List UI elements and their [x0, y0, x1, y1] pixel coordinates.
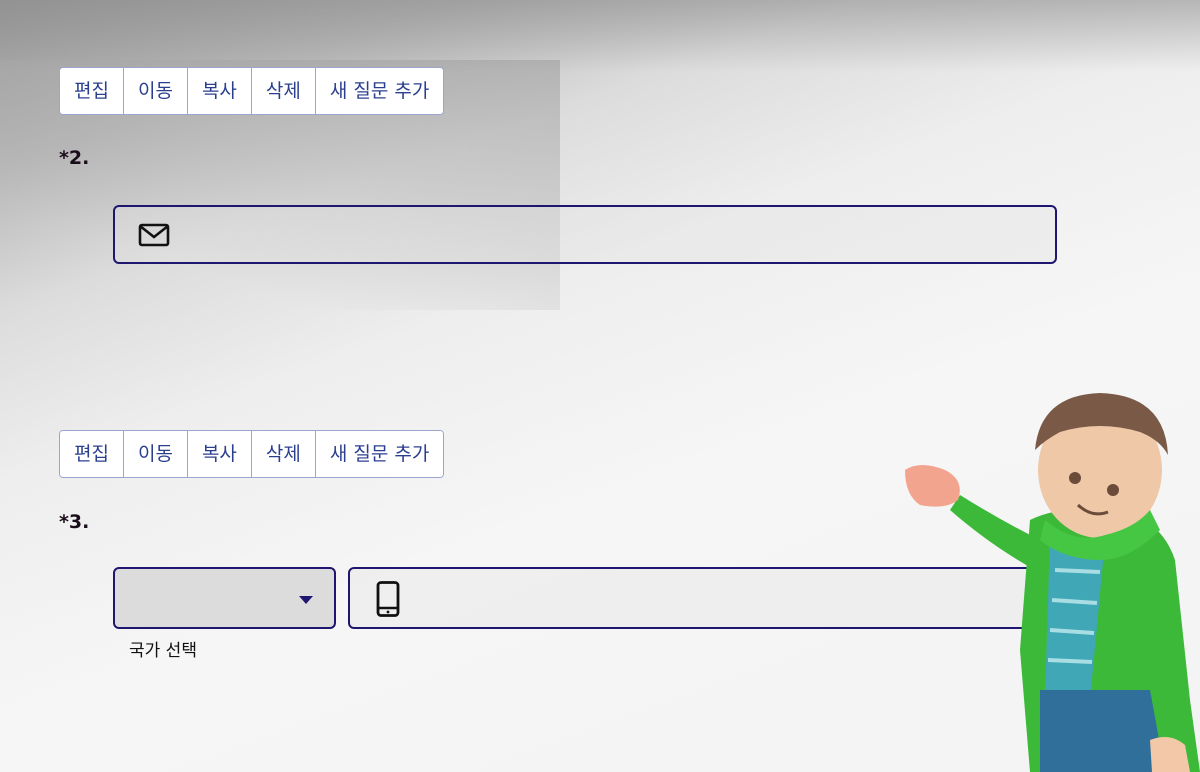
country-select[interactable] [113, 567, 336, 629]
question-number: *3. [59, 511, 90, 533]
question-number: *2. [59, 147, 90, 169]
question-toolbar: 편집 이동 복사 삭제 새 질문 추가 [59, 67, 445, 115]
edit-button[interactable]: 편집 [60, 431, 124, 477]
copy-button[interactable]: 복사 [187, 431, 252, 477]
copy-button[interactable]: 복사 [187, 68, 252, 114]
email-field[interactable] [113, 205, 1057, 264]
country-select-label: 국가 선택 [129, 641, 197, 661]
chevron-down-icon [299, 596, 313, 604]
delete-button[interactable]: 삭제 [251, 431, 316, 477]
delete-button[interactable]: 삭제 [251, 68, 316, 114]
move-button[interactable]: 이동 [123, 431, 188, 477]
phone-field[interactable] [348, 567, 1057, 629]
add-question-button[interactable]: 새 질문 추가 [315, 68, 444, 114]
question-toolbar: 편집 이동 복사 삭제 새 질문 추가 [59, 430, 445, 478]
mail-icon [137, 221, 171, 253]
move-button[interactable]: 이동 [123, 68, 188, 114]
phone-icon [376, 581, 400, 621]
edit-button[interactable]: 편집 [60, 68, 124, 114]
add-question-button[interactable]: 새 질문 추가 [315, 431, 444, 477]
